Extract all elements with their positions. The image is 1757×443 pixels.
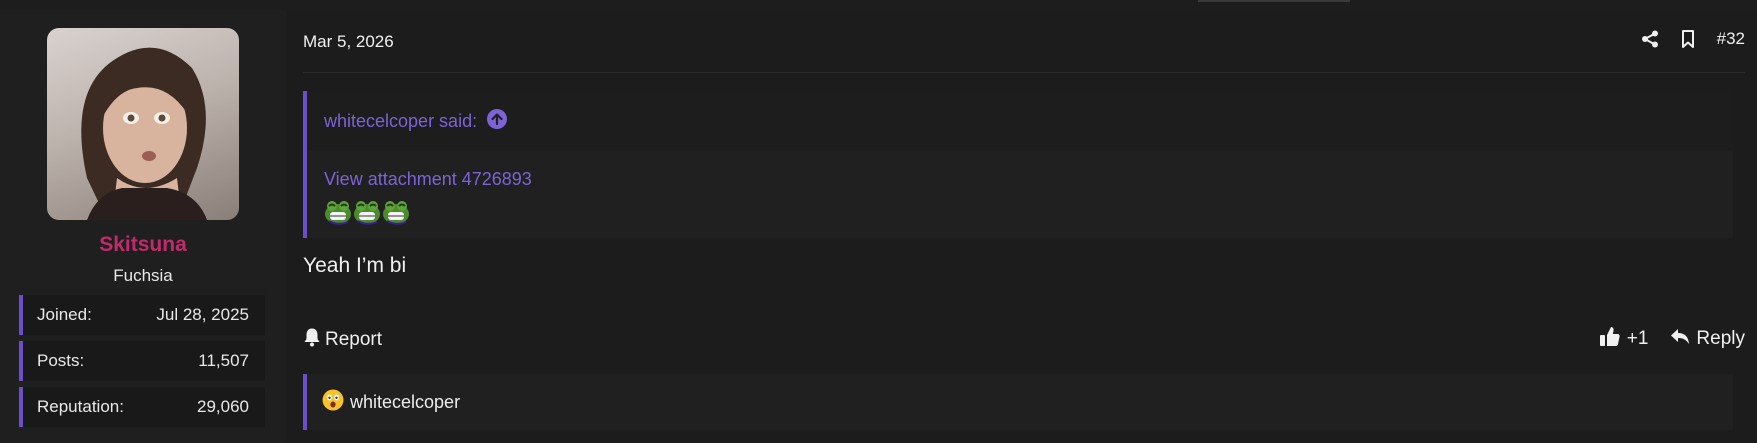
quote-emoji-row: [324, 197, 411, 231]
laughing-frog-icon: [324, 197, 353, 231]
stat-label: Posts:: [37, 351, 85, 370]
stat-joined: Joined: Jul 28, 2025: [19, 295, 265, 335]
stat-reputation: Reputation: 29,060: [19, 387, 265, 427]
laughing-frog-icon: [382, 197, 411, 231]
stat-value: 11,507: [198, 351, 249, 370]
post-header-actions: #32: [1641, 29, 1745, 49]
post-footer-actions: +1 Reply: [1599, 325, 1745, 353]
quote-author-link[interactable]: whitecelcoper said:: [324, 111, 477, 132]
bookmark-icon[interactable]: [1681, 30, 1695, 48]
reactions-bar[interactable]: whitecelcoper: [303, 374, 1733, 430]
stat-value: 29,060: [197, 397, 249, 416]
jump-up-icon[interactable]: [487, 108, 508, 134]
laughing-frog-icon: [353, 197, 382, 231]
user-sidebar: Skitsuna Fuchsia Joined: Jul 28, 2025 Po…: [0, 10, 286, 443]
stat-value: Jul 28, 2025: [156, 305, 249, 324]
reply-label: Reply: [1696, 328, 1745, 349]
post-number[interactable]: #32: [1717, 29, 1745, 49]
scroll-marker: [1198, 0, 1350, 2]
astonished-face-icon: [322, 389, 344, 416]
header-divider: [303, 72, 1745, 73]
quote-header: whitecelcoper said:: [307, 91, 1733, 151]
attachment-link[interactable]: View attachment 4726893: [324, 169, 532, 190]
user-title: Fuchsia: [113, 266, 173, 285]
like-button[interactable]: +1: [1599, 325, 1649, 353]
post-date[interactable]: Mar 5, 2026: [303, 32, 394, 52]
reply-arrow-icon: [1670, 327, 1690, 351]
thumbs-up-icon: [1599, 325, 1621, 353]
reply-button[interactable]: Reply: [1670, 327, 1745, 351]
report-button[interactable]: Report: [303, 327, 382, 353]
like-count: +1: [1626, 328, 1649, 349]
reaction-user[interactable]: whitecelcoper: [350, 392, 460, 413]
avatar-image: [81, 47, 207, 220]
post-body: Mar 5, 2026 #32 whitecelcoper said: View…: [286, 10, 1757, 443]
stat-label: Joined:: [37, 305, 92, 324]
avatar[interactable]: [47, 28, 239, 220]
quote-block: whitecelcoper said: View attachment 4726…: [303, 91, 1733, 238]
post-message: Yeah I’m bi: [303, 254, 407, 277]
report-label: Report: [325, 329, 383, 350]
username[interactable]: Skitsuna: [0, 233, 286, 257]
stat-label: Reputation:: [37, 397, 124, 416]
bell-icon: [303, 327, 321, 353]
stat-posts: Posts: 11,507: [19, 341, 265, 381]
share-icon[interactable]: [1641, 30, 1659, 48]
